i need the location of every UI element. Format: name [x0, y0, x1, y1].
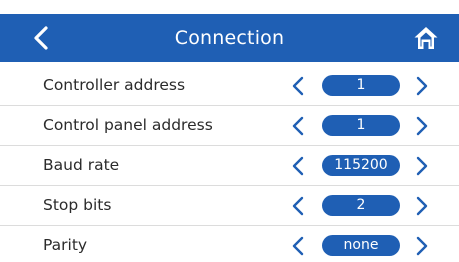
header-bar: Connection: [0, 14, 459, 62]
value-display[interactable]: 2: [322, 195, 400, 216]
page-title: Connection: [174, 27, 285, 49]
setting-label: Parity: [43, 236, 88, 254]
setting-row-baud-rate: Baud rate 115200: [0, 146, 459, 186]
chevron-right-icon: [416, 76, 428, 96]
setting-row-parity: Parity none: [0, 226, 459, 262]
increment-button[interactable]: [413, 74, 431, 98]
value-display[interactable]: 1: [322, 75, 400, 96]
chevron-left-icon: [292, 236, 304, 256]
setting-label: Controller address: [43, 76, 186, 94]
chevron-right-icon: [416, 156, 428, 176]
setting-label: Control panel address: [43, 116, 213, 134]
chevron-right-icon: [416, 236, 428, 256]
chevron-left-icon: [292, 196, 304, 216]
chevron-right-icon: [416, 196, 428, 216]
home-button[interactable]: [412, 24, 440, 52]
increment-button[interactable]: [413, 234, 431, 258]
decrement-button[interactable]: [289, 194, 307, 218]
back-button[interactable]: [26, 22, 58, 54]
chevron-left-icon: [34, 26, 48, 50]
setting-row-controller-address: Controller address 1: [0, 66, 459, 106]
value-display[interactable]: 1: [322, 115, 400, 136]
value-display[interactable]: none: [322, 235, 400, 256]
increment-button[interactable]: [413, 194, 431, 218]
decrement-button[interactable]: [289, 234, 307, 258]
home-icon: [414, 27, 438, 49]
connection-screen: Connection Controller address 1 Control …: [0, 0, 459, 262]
increment-button[interactable]: [413, 114, 431, 138]
setting-row-stop-bits: Stop bits 2: [0, 186, 459, 226]
settings-list: Controller address 1 Control panel addre…: [0, 66, 459, 262]
chevron-left-icon: [292, 76, 304, 96]
setting-label: Stop bits: [43, 196, 112, 214]
chevron-left-icon: [292, 156, 304, 176]
value-display[interactable]: 115200: [322, 155, 400, 176]
setting-row-control-panel-address: Control panel address 1: [0, 106, 459, 146]
decrement-button[interactable]: [289, 114, 307, 138]
decrement-button[interactable]: [289, 154, 307, 178]
chevron-right-icon: [416, 116, 428, 136]
decrement-button[interactable]: [289, 74, 307, 98]
chevron-left-icon: [292, 116, 304, 136]
increment-button[interactable]: [413, 154, 431, 178]
setting-label: Baud rate: [43, 156, 120, 174]
